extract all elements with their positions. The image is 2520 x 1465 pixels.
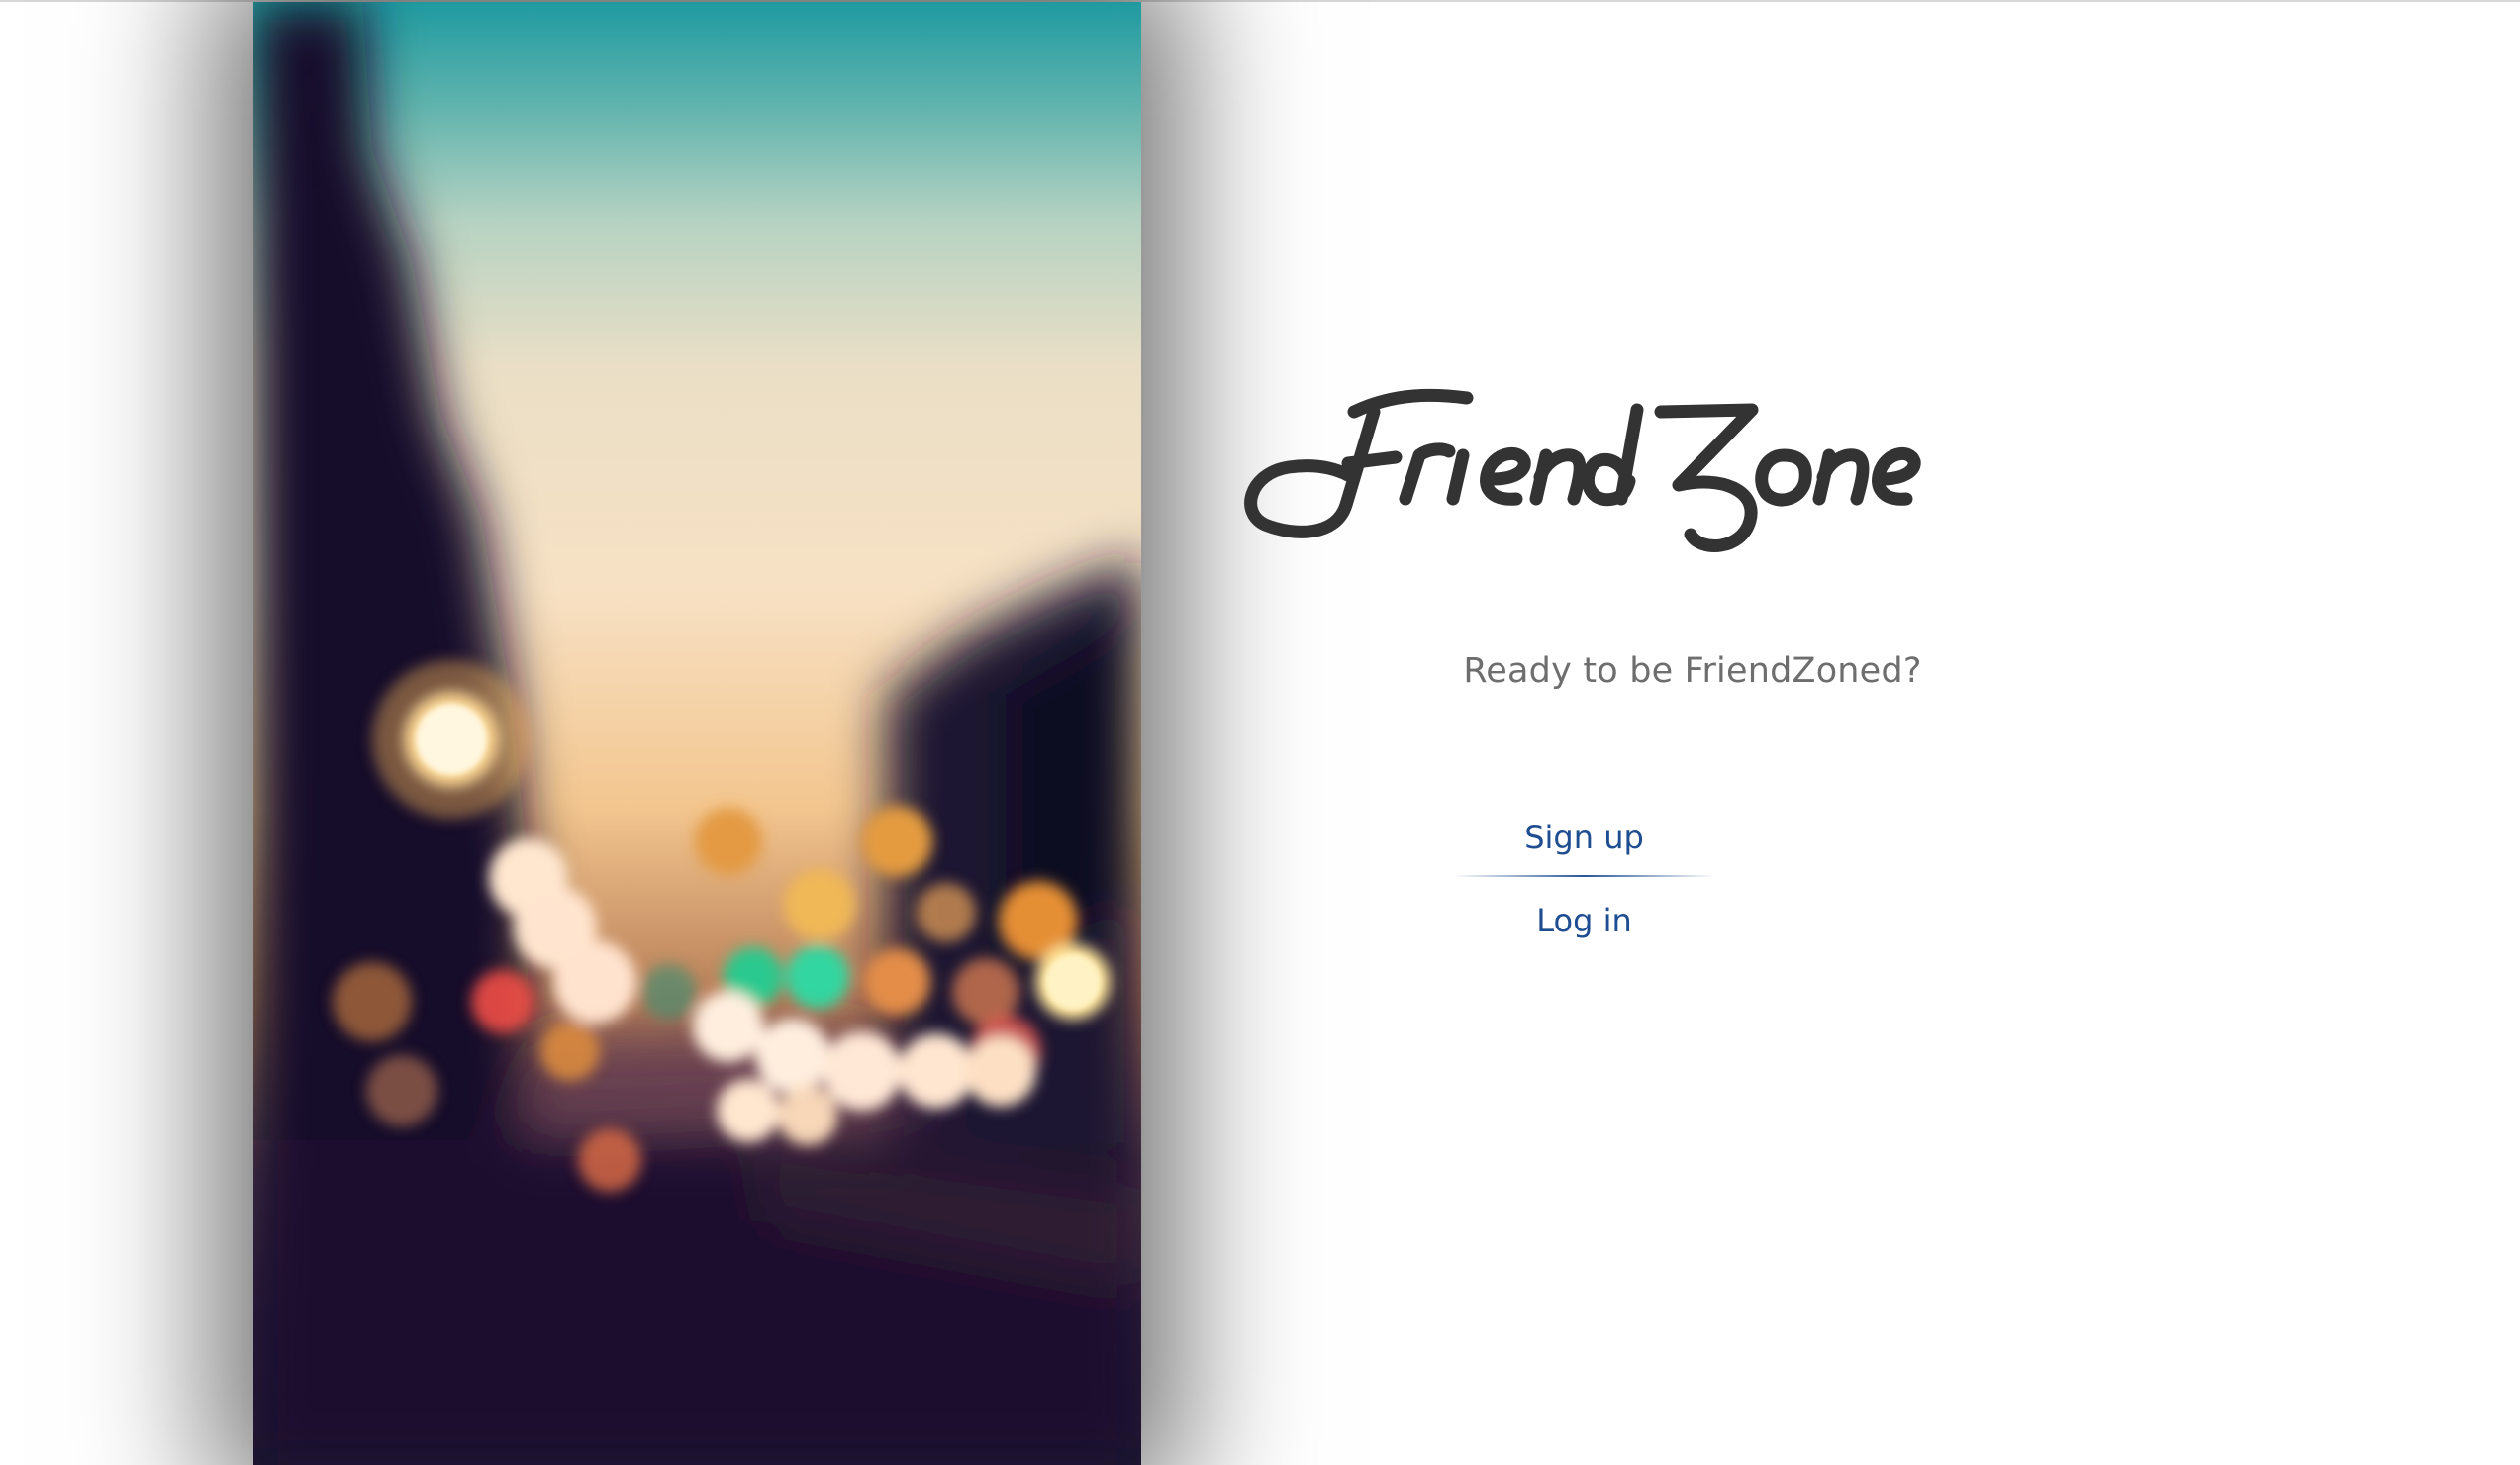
landing-page: Ready to be FriendZoned? Sign up Log in (0, 0, 2520, 1465)
signup-link[interactable]: Sign up (1453, 808, 1715, 867)
auth-menu: Sign up Log in (1453, 808, 1715, 950)
bokeh-city-photo (253, 2, 1141, 1465)
hero-image (253, 2, 1141, 1465)
tagline: Ready to be FriendZoned? (1463, 651, 1922, 691)
login-link[interactable]: Log in (1453, 891, 1715, 950)
auth-divider (1453, 875, 1715, 877)
brand-logo (1244, 388, 1921, 552)
